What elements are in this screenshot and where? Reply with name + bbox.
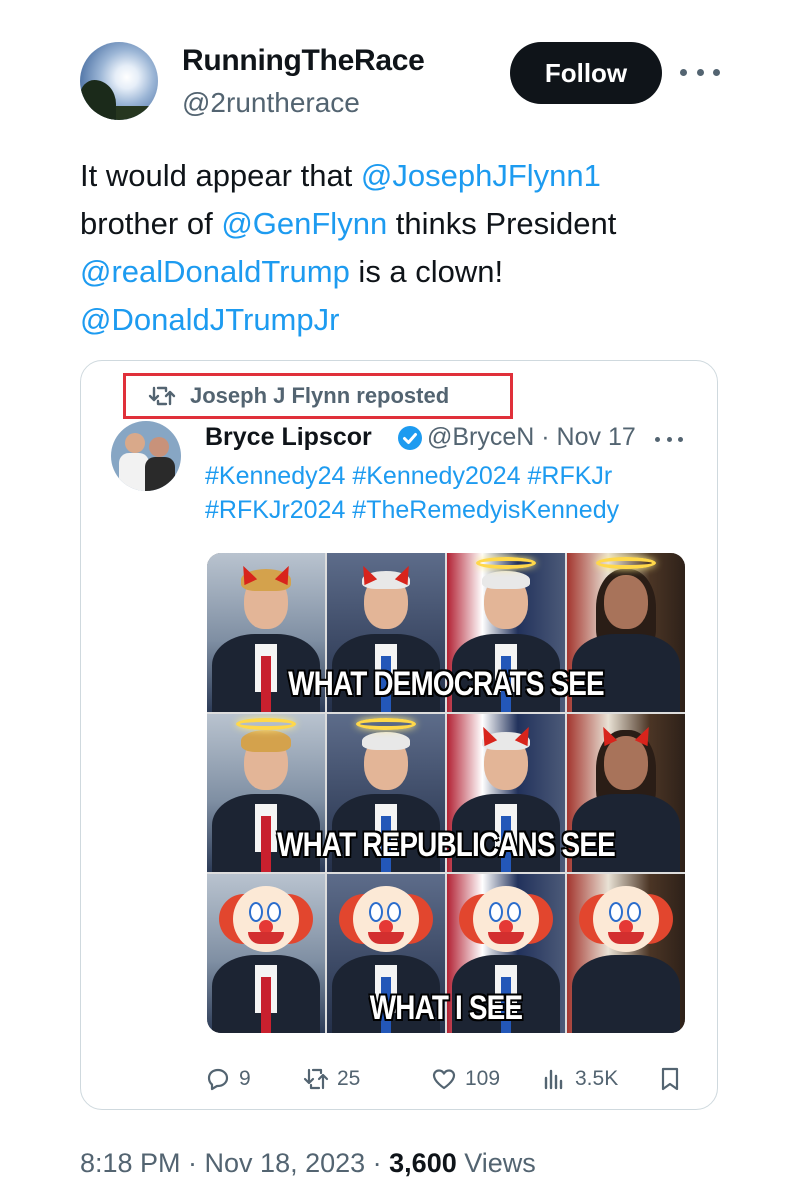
clown-face-icon xyxy=(473,886,539,953)
post-time-date[interactable]: 8:18 PM · Nov 18, 2023 · xyxy=(80,1148,389,1178)
quoted-author-avatar[interactable] xyxy=(111,421,181,491)
tweet-text-segment: thinks President xyxy=(387,206,617,241)
meme-caption-democrats: WHAT DEMOCRATS SEE xyxy=(288,665,604,703)
avatar-tree xyxy=(80,80,116,120)
hashtag-line[interactable]: #Kennedy24 #Kennedy2024 #RFKJr xyxy=(205,459,685,493)
author-handle[interactable]: @2runtherace xyxy=(182,87,360,119)
quoted-post-card[interactable]: Joseph J Flynn reposted Bryce Lipscor @B… xyxy=(80,360,718,1110)
mention-donald-j-trump-jr[interactable]: @DonaldJTrumpJr xyxy=(80,302,339,337)
views-count: 3.5K xyxy=(575,1067,619,1090)
mention-joseph-flynn[interactable]: @JosephJFlynn1 xyxy=(361,158,601,193)
tweet-text-segment: brother of xyxy=(80,206,222,241)
repost-action-icon xyxy=(303,1068,329,1090)
post-timestamp: 8:18 PM · Nov 18, 2023 · 3,600 Views xyxy=(80,1148,536,1179)
verified-badge-icon xyxy=(398,426,422,450)
bookmark-icon xyxy=(661,1067,679,1091)
views-button[interactable]: 3.5K xyxy=(541,1063,618,1095)
meme-image[interactable]: WHAT DEMOCRATS SEE WHAT REPUBLICANS SEE … xyxy=(207,553,685,1033)
meme-caption-republicans: WHAT REPUBLICANS SEE xyxy=(277,826,616,864)
follow-button[interactable]: Follow xyxy=(510,42,662,104)
tweet-text: It would appear that @JosephJFlynn1 brot… xyxy=(80,152,740,344)
quoted-author-name[interactable]: Bryce Lipscor xyxy=(205,423,372,452)
quoted-author-handle-date[interactable]: @BryceN · Nov 17 xyxy=(427,423,636,452)
clown-face-icon xyxy=(593,886,659,953)
repost-indicator: Joseph J Flynn reposted xyxy=(123,373,513,419)
repost-icon xyxy=(148,385,176,407)
author-avatar[interactable] xyxy=(80,42,158,120)
repost-count: 25 xyxy=(337,1067,361,1090)
quoted-hashtags: #Kennedy24 #Kennedy2024 #RFKJr #RFKJr202… xyxy=(205,459,685,527)
post-views-count: 3,600 xyxy=(389,1148,457,1178)
bookmark-button[interactable] xyxy=(657,1063,691,1095)
meme-caption-i-see: WHAT I SEE xyxy=(369,989,523,1027)
tweet-header: RunningTheRace @2runtherace Follow xyxy=(0,0,786,140)
mention-gen-flynn[interactable]: @GenFlynn xyxy=(221,206,387,241)
repost-button[interactable]: 25 xyxy=(303,1063,360,1095)
post-views-label: Views xyxy=(456,1148,536,1178)
repost-label[interactable]: Joseph J Flynn reposted xyxy=(190,383,449,409)
heart-icon xyxy=(432,1069,456,1090)
author-display-name[interactable]: RunningTheRace xyxy=(182,44,425,78)
quoted-more-icon[interactable] xyxy=(655,437,683,442)
reply-button[interactable]: 9 xyxy=(205,1063,251,1095)
tweet-text-segment: It would appear that xyxy=(80,158,361,193)
reply-icon xyxy=(207,1068,229,1091)
tweet-text-segment: is a clown! xyxy=(349,254,504,289)
like-count: 109 xyxy=(465,1067,501,1090)
clown-face-icon xyxy=(233,886,299,953)
like-button[interactable]: 109 xyxy=(431,1063,500,1095)
hashtag-line[interactable]: #RFKJr2024 #TheRemedyisKennedy xyxy=(205,493,685,527)
reply-count: 9 xyxy=(239,1067,251,1090)
quoted-action-bar: 9 25 109 3.5K xyxy=(205,1063,695,1095)
mention-real-donald-trump[interactable]: @realDonaldTrump xyxy=(80,254,350,289)
more-options-icon[interactable] xyxy=(680,58,720,86)
clown-face-icon xyxy=(353,886,419,953)
views-chart-icon xyxy=(544,1069,563,1090)
